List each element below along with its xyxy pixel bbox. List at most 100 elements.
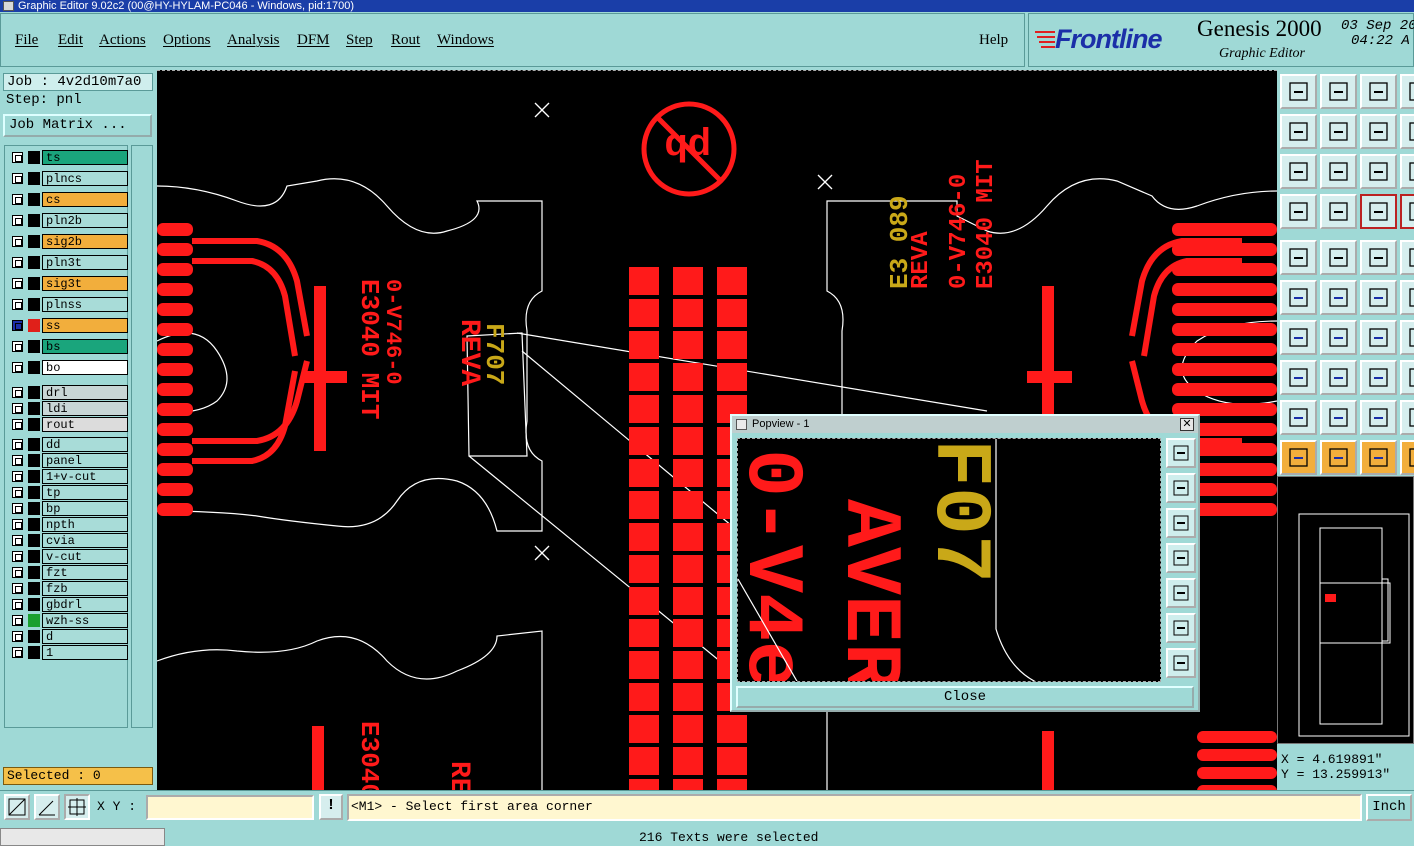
resize-icon[interactable] bbox=[1280, 360, 1317, 395]
layer-name[interactable]: bo bbox=[42, 360, 128, 375]
layer-name[interactable]: dd bbox=[42, 437, 128, 452]
rotate-feature-icon[interactable] bbox=[1360, 320, 1397, 355]
layer-row-bs[interactable]: bs bbox=[8, 339, 128, 354]
layer-row-d[interactable]: d bbox=[8, 629, 128, 644]
layer-checkbox[interactable] bbox=[12, 647, 23, 658]
extend-icon[interactable] bbox=[1400, 360, 1414, 395]
save-icon[interactable] bbox=[1320, 74, 1357, 109]
add-feature-icon[interactable] bbox=[1280, 240, 1317, 275]
layer-compare-icon[interactable] bbox=[1400, 194, 1414, 229]
layer-name[interactable]: sig3t bbox=[42, 276, 128, 291]
menu-actions[interactable]: Actions bbox=[99, 32, 146, 49]
layer-name[interactable]: 1+v-cut bbox=[42, 469, 128, 484]
layer-row-wzh-ss[interactable]: wzh-ss bbox=[8, 613, 128, 628]
arc-icon[interactable] bbox=[1400, 320, 1414, 355]
layer-checkbox[interactable] bbox=[12, 152, 23, 163]
layer-color-swatch[interactable] bbox=[28, 550, 40, 563]
zoom-box-icon[interactable] bbox=[4, 794, 30, 820]
layer-name[interactable]: ts bbox=[42, 150, 128, 165]
pan-center-icon[interactable] bbox=[1320, 154, 1357, 189]
layer-name[interactable]: tp bbox=[42, 485, 128, 500]
zoom-in-icon[interactable] bbox=[1280, 114, 1317, 149]
home-icon[interactable] bbox=[1360, 74, 1397, 109]
pv-zoom-out-icon[interactable] bbox=[1166, 508, 1196, 538]
menu-step[interactable]: Step bbox=[346, 32, 373, 49]
layer-checkbox[interactable] bbox=[12, 551, 23, 562]
layer-checkbox[interactable] bbox=[12, 535, 23, 546]
layer-color-swatch[interactable] bbox=[28, 172, 40, 185]
layer-checkbox[interactable] bbox=[12, 299, 23, 310]
menu-options[interactable]: Options bbox=[163, 32, 211, 49]
grid-snap-icon[interactable] bbox=[64, 794, 90, 820]
select-extra-icon[interactable] bbox=[1400, 440, 1414, 475]
layer-row-ss[interactable]: ss bbox=[8, 318, 128, 333]
move-icon[interactable] bbox=[1360, 280, 1397, 315]
undo-icon[interactable] bbox=[1400, 74, 1414, 109]
connect-icon[interactable] bbox=[1280, 280, 1317, 315]
layer-row-panel[interactable]: panel bbox=[8, 453, 128, 468]
layer-checkbox[interactable] bbox=[12, 631, 23, 642]
layer-checkbox[interactable] bbox=[12, 583, 23, 594]
layer-checkbox[interactable] bbox=[12, 471, 23, 482]
layer-row-cvia[interactable]: cvia bbox=[8, 533, 128, 548]
popview-canvas[interactable]: 0-V4e AVER F07 bbox=[737, 438, 1161, 682]
layer-name[interactable]: ldi bbox=[42, 401, 128, 416]
layer-checkbox[interactable] bbox=[12, 215, 23, 226]
warning-icon[interactable]: ! bbox=[319, 794, 343, 820]
layer-row-cs[interactable]: cs bbox=[8, 192, 128, 207]
layer-checkbox[interactable] bbox=[12, 173, 23, 184]
layer-color-swatch[interactable] bbox=[28, 319, 40, 332]
scale-1-2-icon[interactable] bbox=[1360, 154, 1397, 189]
layer-color-swatch[interactable] bbox=[28, 566, 40, 579]
layer-name[interactable]: panel bbox=[42, 453, 128, 468]
layer-checkbox[interactable] bbox=[12, 403, 23, 414]
layer-checkbox[interactable] bbox=[12, 387, 23, 398]
job-matrix-button[interactable]: Job Matrix ... bbox=[3, 114, 152, 137]
popview-close-button[interactable]: Close bbox=[736, 686, 1194, 708]
triangle-stack-icon[interactable] bbox=[1360, 400, 1397, 435]
layer-color-swatch[interactable] bbox=[28, 470, 40, 483]
layer-checkbox[interactable] bbox=[12, 615, 23, 626]
menu-analysis[interactable]: Analysis bbox=[227, 32, 280, 49]
fit-step-icon[interactable] bbox=[1400, 114, 1414, 149]
layer-checkbox[interactable] bbox=[12, 362, 23, 373]
layer-row-plncs[interactable]: plncs bbox=[8, 171, 128, 186]
ruler-vertical-icon[interactable] bbox=[1400, 240, 1414, 275]
trim-icon[interactable] bbox=[1320, 360, 1357, 395]
line-draw-icon[interactable] bbox=[1320, 240, 1357, 275]
fit-icon[interactable] bbox=[1360, 114, 1397, 149]
layer-row-v-cut[interactable]: v-cut bbox=[8, 549, 128, 564]
layer-color-swatch[interactable] bbox=[28, 214, 40, 227]
layer-name[interactable]: bp bbox=[42, 501, 128, 516]
ruler-icon[interactable] bbox=[1360, 240, 1397, 275]
layer-color-swatch[interactable] bbox=[28, 193, 40, 206]
layer-checkbox[interactable] bbox=[12, 599, 23, 610]
layer-name[interactable]: wzh-ss bbox=[42, 613, 128, 628]
open-step-icon[interactable] bbox=[1280, 74, 1317, 109]
popview-title-bar[interactable]: Popview - 1 ✕ bbox=[732, 416, 1198, 433]
measure-icon[interactable] bbox=[34, 794, 60, 820]
layer-checkbox[interactable] bbox=[12, 278, 23, 289]
layer-name[interactable]: rout bbox=[42, 417, 128, 432]
layer-row-pln2b[interactable]: pln2b bbox=[8, 213, 128, 228]
layer-color-swatch[interactable] bbox=[28, 630, 40, 643]
layer-row-dd[interactable]: dd bbox=[8, 437, 128, 452]
layer-color-swatch[interactable] bbox=[28, 502, 40, 515]
pv-zoom-in-icon[interactable] bbox=[1166, 473, 1196, 503]
layer-color-swatch[interactable] bbox=[28, 534, 40, 547]
layer-name[interactable]: pln2b bbox=[42, 213, 128, 228]
layer-color-swatch[interactable] bbox=[28, 151, 40, 164]
pv-center-icon[interactable] bbox=[1166, 648, 1196, 678]
layer-color-swatch[interactable] bbox=[28, 598, 40, 611]
minimap[interactable] bbox=[1277, 476, 1414, 744]
layer-color-swatch[interactable] bbox=[28, 402, 40, 415]
copy-icon[interactable] bbox=[1400, 280, 1414, 315]
layer-checkbox[interactable] bbox=[12, 320, 23, 331]
layer-checkbox[interactable] bbox=[12, 439, 23, 450]
grid-icon[interactable] bbox=[1320, 194, 1357, 229]
layer-name[interactable]: fzt bbox=[42, 565, 128, 580]
netlist-icon[interactable] bbox=[1360, 194, 1397, 229]
layer-checkbox[interactable] bbox=[12, 236, 23, 247]
layer-color-swatch[interactable] bbox=[28, 486, 40, 499]
layer-checkbox[interactable] bbox=[12, 257, 23, 268]
